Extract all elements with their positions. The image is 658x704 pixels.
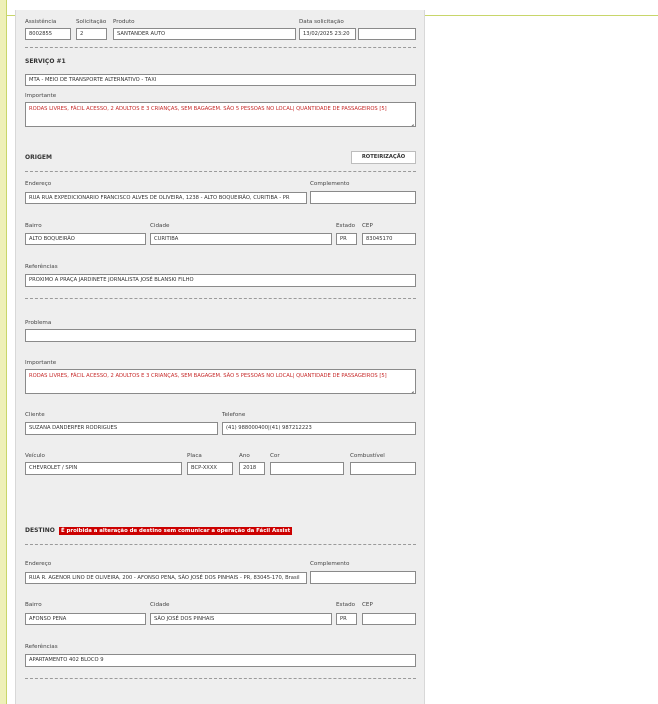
servico-importante-textarea[interactable]: RODAS LIVRES, FÁCIL ACESSO, 2 ADULTOS E … — [25, 102, 416, 127]
resize-grip-icon[interactable] — [408, 386, 414, 392]
servico-tipo-field[interactable]: MTA - MEIO DE TRANSPORTE ALTERNATIVO - T… — [25, 74, 416, 86]
problema-field[interactable] — [25, 329, 416, 342]
problema-label: Problema — [25, 320, 52, 326]
solicitacao-field[interactable]: 2 — [76, 28, 107, 40]
destino-title: DESTINO — [25, 527, 55, 534]
resize-grip-icon[interactable] — [408, 119, 414, 125]
destino-estado-field[interactable]: PR — [336, 613, 357, 625]
combustivel-field[interactable] — [350, 462, 416, 475]
veiculo-field[interactable]: CHEVROLET / SPIN — [25, 462, 182, 475]
destino-referencias-label: Referências — [25, 644, 58, 650]
destino-endereco-label: Endereço — [25, 561, 52, 567]
divider — [25, 298, 416, 299]
divider — [25, 171, 416, 172]
detalhes-importante-textarea[interactable]: RODAS LIVRES, FÁCIL ACESSO, 2 ADULTOS E … — [25, 369, 416, 394]
produto-label: Produto — [113, 19, 135, 25]
assistencia-label: Assistência — [25, 19, 57, 25]
destino-cidade-label: Cidade — [150, 602, 170, 608]
cor-label: Cor — [270, 453, 280, 459]
origem-complemento-field[interactable] — [310, 191, 416, 204]
origem-complemento-label: Complemento — [310, 181, 350, 187]
veiculo-label: Veículo — [25, 453, 45, 459]
detalhes-importante-label: Importante — [25, 360, 57, 366]
destino-cep-field[interactable] — [362, 613, 416, 625]
servico-title: SERVIÇO #1 — [25, 58, 66, 65]
destino-cidade-field[interactable]: SÃO JOSÉ DOS PINHAIS — [150, 613, 332, 625]
divider — [25, 678, 416, 679]
combustivel-label: Combustível — [350, 453, 385, 459]
servico-importante-label: Importante — [25, 93, 57, 99]
servico-importante-text: RODAS LIVRES, FÁCIL ACESSO, 2 ADULTOS E … — [29, 106, 387, 112]
produto-field[interactable]: SANTANDER AUTO — [113, 28, 296, 40]
solicitacao-label: Solicitação — [76, 19, 107, 25]
ano-label: Ano — [239, 453, 250, 459]
divider — [25, 544, 416, 545]
destino-cep-label: CEP — [362, 602, 373, 608]
origem-bairro-field[interactable]: ALTO BOQUEIRÃO — [25, 233, 146, 245]
telefone-field[interactable]: (41) 988000400|(41) 987212223 — [222, 422, 416, 435]
origem-endereco-field[interactable]: RUA RUA EXPEDICIONARIO FRANCISCO ALVES D… — [25, 192, 307, 204]
origem-bairro-label: Bairro — [25, 223, 42, 229]
roteirizacao-button[interactable]: ROTEIRIZAÇÃO — [351, 151, 416, 164]
origem-estado-label: Estado — [336, 223, 356, 229]
detalhes-importante-text: RODAS LIVRES, FÁCIL ACESSO, 2 ADULTOS E … — [29, 373, 387, 379]
placa-label: Placa — [187, 453, 202, 459]
cor-field[interactable] — [270, 462, 344, 475]
origem-referencias-label: Referências — [25, 264, 58, 270]
destino-complemento-field[interactable] — [310, 571, 416, 584]
destino-warning-badge: É proibida a alteração de destino sem co… — [59, 527, 293, 535]
origem-estado-field[interactable]: PR — [336, 233, 357, 245]
destino-bairro-label: Bairro — [25, 602, 42, 608]
cliente-field[interactable]: SUZANA DANDERFER RODRIGUES — [25, 422, 218, 435]
data-solicitacao-field[interactable]: 13/02/2025 23:20 — [299, 28, 356, 40]
origem-title: ORIGEM — [25, 154, 52, 161]
destino-endereco-field[interactable]: RUA R. AGENOR LINO DE OLIVEIRA, 200 - AF… — [25, 572, 307, 584]
divider — [25, 47, 416, 48]
origem-cep-field[interactable]: 83045170 — [362, 233, 416, 245]
telefone-label: Telefone — [222, 412, 246, 418]
data-solicitacao-label: Data solicitação — [299, 19, 344, 25]
extra-field[interactable] — [358, 28, 416, 40]
placa-field[interactable]: BCP-XXXX — [187, 462, 233, 475]
cliente-label: Cliente — [25, 412, 45, 418]
ano-field[interactable]: 2018 — [239, 462, 265, 475]
origem-endereco-label: Endereço — [25, 181, 52, 187]
destino-estado-label: Estado — [336, 602, 356, 608]
assistencia-field[interactable]: 8002855 — [25, 28, 71, 40]
origem-referencias-field[interactable]: PROXIMO A PRAÇA JARDINETE JORNALISTA JOS… — [25, 274, 416, 287]
origem-cidade-field[interactable]: CURITIBA — [150, 233, 332, 245]
origem-cidade-label: Cidade — [150, 223, 170, 229]
left-sidebar-strip — [0, 0, 7, 704]
destino-complemento-label: Complemento — [310, 561, 350, 567]
origem-cep-label: CEP — [362, 223, 373, 229]
destino-referencias-field[interactable]: APARTAMENTO 402 BLOCO 9 — [25, 654, 416, 667]
destino-bairro-field[interactable]: AFONSO PENA — [25, 613, 146, 625]
